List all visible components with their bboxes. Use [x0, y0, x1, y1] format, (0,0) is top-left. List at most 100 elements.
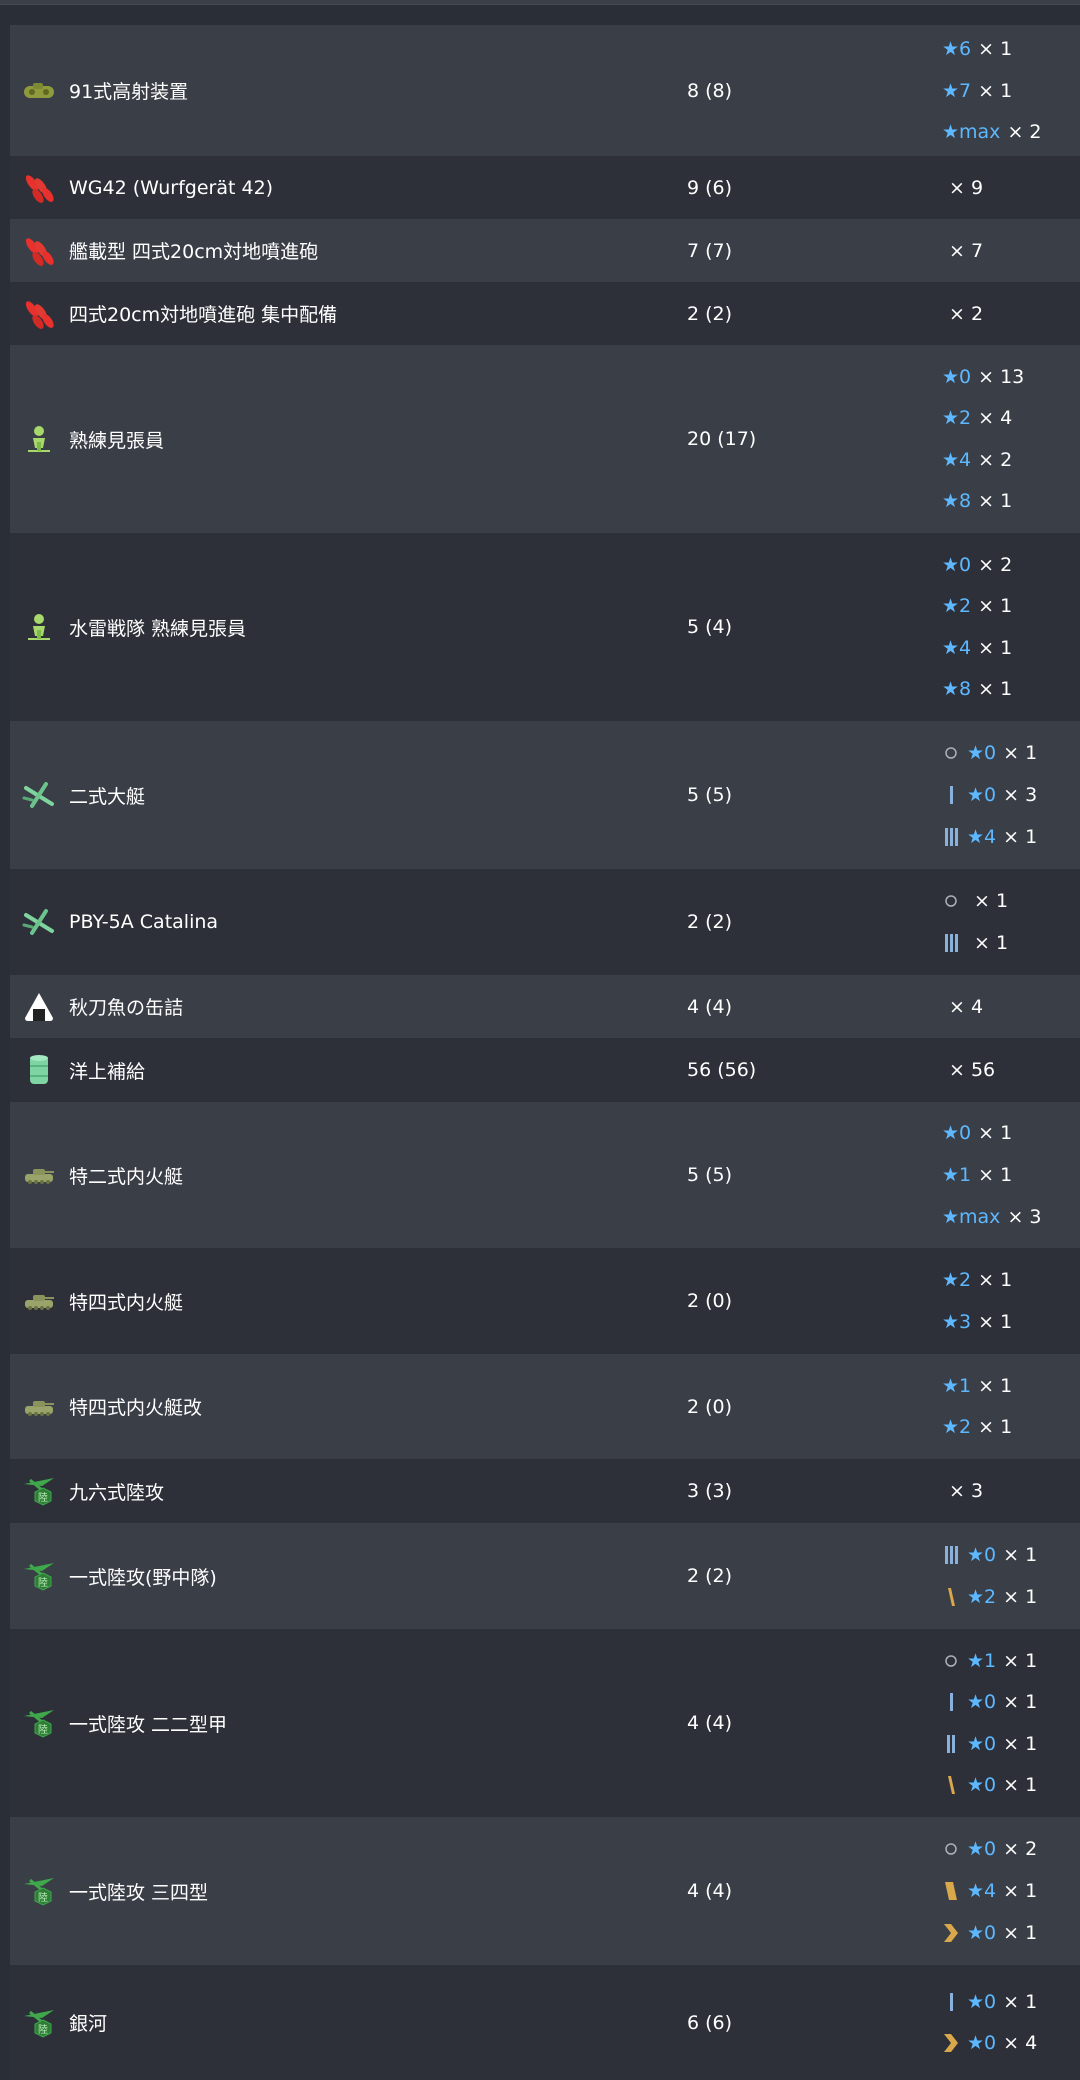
proficiency-circle-icon	[942, 891, 960, 911]
equipment-count: 5 (4)	[687, 616, 733, 638]
star-level: ★0	[942, 1122, 972, 1145]
proficiency-bar2-icon	[942, 1734, 960, 1754]
equipment-count: 4 (4)	[687, 995, 733, 1018]
quantity: × 1	[978, 1164, 1013, 1186]
quantity: × 1	[978, 636, 1013, 659]
quantity: × 4	[949, 995, 984, 1018]
amphibious-tank-icon	[22, 1284, 56, 1318]
equipment-count: 2 (0)	[687, 1395, 733, 1418]
quantity: × 1	[978, 490, 1013, 513]
star-level: ★2	[967, 1585, 997, 1608]
equipment-count: 2 (2)	[687, 302, 733, 325]
quantity: × 1	[978, 79, 1013, 102]
equipment-name-cell: 陸 一式陸攻 二二型甲	[22, 1629, 227, 1817]
quantity: × 1	[1003, 1921, 1038, 1944]
quantity: × 2	[949, 302, 984, 325]
improvement-details: × 56	[942, 1038, 995, 1102]
amphibious-tank-icon	[22, 1390, 56, 1424]
land-attacker-icon: 陸	[22, 1559, 56, 1593]
detail-line: ★0 × 1	[942, 1723, 1037, 1765]
quantity: × 1	[1003, 1880, 1038, 1902]
table-row: PBY-5A Catalina 2 (2) × 1 × 1	[10, 869, 1080, 975]
table-row: WG42 (Wurfgerät 42) 9 (6) × 9	[10, 156, 1080, 219]
quantity: × 4	[978, 407, 1013, 430]
equipment-name: 特四式内火艇	[69, 1291, 184, 1314]
detail-line: ★0 × 4	[942, 2023, 1037, 2065]
detail-line: ★8 × 1	[942, 481, 1024, 523]
star-level: ★2	[942, 595, 972, 618]
equipment-count: 9 (6)	[687, 176, 733, 199]
detail-line: ★0 × 1	[942, 1681, 1037, 1723]
equipment-count: 4 (4)	[687, 1880, 733, 1902]
table-row: 91式高射装置 8 (8) ★6 × 1 ★7 × 1 ★max × 2	[10, 25, 1080, 156]
detail-line: ★1 × 1	[942, 1640, 1037, 1682]
svg-text:陸: 陸	[38, 1891, 48, 1904]
land-attacker-icon: 陸	[22, 1706, 56, 1740]
detail-line: ★6 × 1	[942, 28, 1042, 70]
equipment-name-cell: 特四式内火艇改	[22, 1354, 202, 1459]
star-level: ★4	[967, 825, 997, 848]
equipment-name-cell: 陸 一式陸攻 三四型	[22, 1817, 208, 1965]
detail-line: ★max × 3	[942, 1196, 1042, 1238]
star-level: ★8	[942, 490, 972, 513]
equipment-name: 九六式陸攻	[69, 1481, 165, 1504]
star-level: ★8	[942, 678, 972, 701]
proficiency-slash1-icon	[942, 1775, 960, 1795]
equipment-count: 2 (2)	[687, 911, 733, 933]
improvement-details: × 9	[942, 156, 983, 219]
lookout-icon	[22, 422, 56, 456]
improvement-details: × 2	[942, 282, 983, 345]
table-row: 水雷戦隊 熟練見張員 5 (4) ★0 × 2 ★2 × 1 ★4 × 1 ★8 × 1	[10, 533, 1080, 721]
equipment-name: 一式陸攻 三四型	[69, 1881, 209, 1904]
quantity: × 1	[978, 1310, 1013, 1333]
improvement-details: ★0 × 1 ★1 × 1 ★max × 3	[942, 1102, 1042, 1248]
quantity: × 1	[1003, 1774, 1038, 1797]
detail-line: × 4	[942, 986, 983, 1028]
detail-line: ★3 × 1	[942, 1301, 1012, 1343]
detail-line: ★4 × 1	[942, 816, 1037, 858]
quantity: × 2	[1007, 121, 1042, 144]
proficiency-bar1-icon	[942, 1992, 960, 2012]
equipment-count: 3 (3)	[687, 1480, 733, 1502]
equipment-name-cell: 秋刀魚の缶詰	[22, 975, 183, 1038]
star-level: ★0	[967, 1990, 997, 2013]
star-level: ★0	[967, 1921, 997, 1944]
quantity: × 1	[1003, 1649, 1038, 1672]
detail-line: × 3	[942, 1470, 983, 1512]
svg-text:陸: 陸	[38, 1576, 48, 1589]
improvement-details: ★0 × 2 ★4 × 1 ★0 × 1	[942, 1817, 1037, 1965]
star-level: ★0	[967, 1838, 997, 1861]
equipment-name: 熟練見張員	[69, 429, 165, 452]
star-level: ★max	[942, 1205, 1001, 1228]
detail-line: ★2 × 1	[942, 1576, 1037, 1618]
detail-line: ★0 × 1	[942, 1912, 1037, 1954]
detail-line: × 56	[942, 1049, 995, 1091]
equipment-name: 四式20cm対地噴進砲 集中配備	[69, 304, 338, 326]
equipment-name: 艦載型 四式20cm対地噴進砲	[69, 241, 319, 263]
detail-line: ★0 × 2	[942, 544, 1012, 586]
detail-line: ★1 × 1	[942, 1365, 1012, 1407]
star-level: ★4	[967, 1880, 997, 1902]
equipment-name-cell: 四式20cm対地噴進砲 集中配備	[22, 282, 337, 345]
detail-line: ★1 × 1	[942, 1154, 1042, 1196]
equipment-count: 56 (56)	[687, 1059, 757, 1081]
quantity: × 1	[974, 931, 1009, 954]
star-level: ★3	[942, 1310, 972, 1333]
proficiency-bar3-icon	[942, 1545, 960, 1565]
equipment-name: 秋刀魚の缶詰	[69, 997, 184, 1019]
land-attacker-icon: 陸	[22, 1874, 56, 1908]
table-row: 陸 一式陸攻(野中隊) 2 (2) ★0 × 1 ★2 × 1	[10, 1523, 1080, 1629]
detail-line: ★4 × 1	[942, 627, 1012, 669]
flying-boat-icon	[22, 905, 56, 939]
supply-drum-icon	[22, 1053, 56, 1087]
detail-line: ★4 × 1	[942, 1870, 1037, 1912]
quantity: × 1	[974, 890, 1009, 913]
star-level: ★2	[942, 1416, 972, 1439]
table-row: 陸 銀河 6 (6) ★0 × 1 ★0 × 4	[10, 1965, 1080, 2080]
proficiency-circle-icon	[942, 1839, 960, 1859]
table-row: 艦載型 四式20cm対地噴進砲 7 (7) × 7	[10, 219, 1080, 282]
equipment-name: 特二式内火艇	[69, 1165, 184, 1188]
equipment-name-cell: 水雷戦隊 熟練見張員	[22, 533, 246, 721]
rocket-launcher-icon	[22, 171, 56, 205]
lookout-icon	[22, 610, 56, 644]
